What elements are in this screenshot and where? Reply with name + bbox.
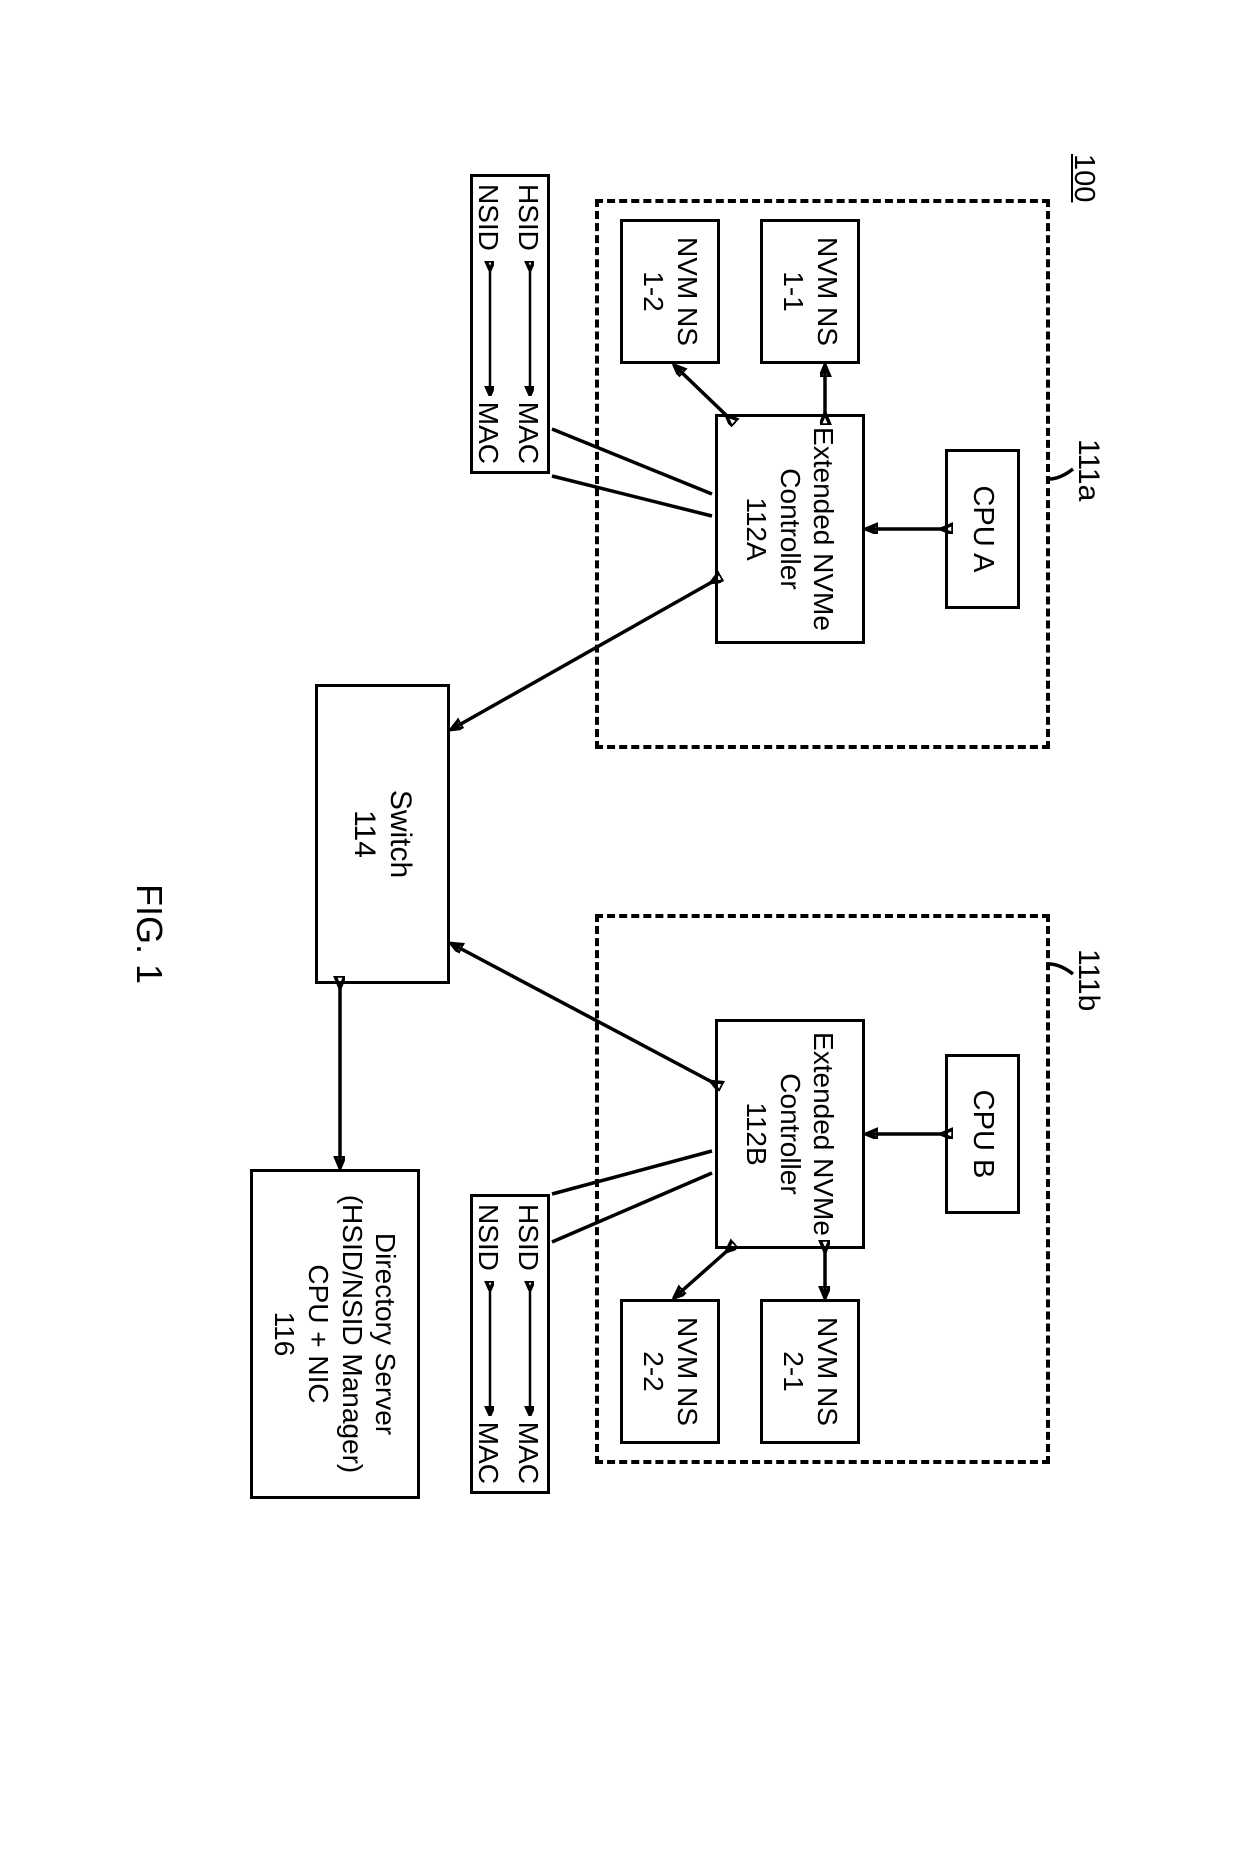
nvm-ns-2-1-label: NVM NS 2-1 xyxy=(763,1302,857,1441)
nvm-ns-1-1-label: NVM NS 1-1 xyxy=(763,222,857,361)
map-b-mac2: MAC xyxy=(472,1421,504,1483)
mapping-b-row-nsid: NSID MAC xyxy=(470,1194,510,1494)
nvm-ns-1-2: NVM NS 1-2 xyxy=(620,219,720,364)
nvm-ns-1-2-label: NVM NS 1-2 xyxy=(623,222,717,361)
map-a-nsid: NSID xyxy=(472,184,504,251)
controller-b-label: Extended NVMe Controller 112B xyxy=(718,1022,862,1246)
controller-a: Extended NVMe Controller 112A xyxy=(715,414,865,644)
nvm-ns-2-2: NVM NS 2-2 xyxy=(620,1299,720,1444)
controller-b: Extended NVMe Controller 112B xyxy=(715,1019,865,1249)
mapping-a-row-nsid: NSID MAC xyxy=(470,174,510,474)
map-b-nsid: NSID xyxy=(472,1204,504,1271)
cpu-b-label: CPU B xyxy=(948,1057,1017,1211)
switch: Switch 114 xyxy=(315,684,450,984)
mapping-a-row-hsid: HSID MAC xyxy=(510,174,550,474)
host-a-lead-label: 111a xyxy=(1071,439,1105,501)
figure-caption: FIG. 1 xyxy=(129,84,170,1784)
cpu-a-label: CPU A xyxy=(948,452,1017,606)
map-a-mac2: MAC xyxy=(472,401,504,463)
controller-a-label: Extended NVMe Controller 112A xyxy=(718,417,862,641)
map-b-mac1: MAC xyxy=(512,1421,544,1483)
nvm-ns-2-1: NVM NS 2-1 xyxy=(760,1299,860,1444)
mapping-b-row-hsid: HSID MAC xyxy=(510,1194,550,1494)
nvm-ns-2-2-label: NVM NS 2-2 xyxy=(623,1302,717,1441)
map-a-mac1: MAC xyxy=(512,401,544,463)
directory-server: Directory Server (HSID/NSID Manager) CPU… xyxy=(250,1169,420,1499)
figure-reference: 100 xyxy=(1067,154,1100,202)
host-b-lead-label: 111b xyxy=(1071,949,1105,1011)
map-b-hsid: HSID xyxy=(512,1204,544,1271)
cpu-a: CPU A xyxy=(945,449,1020,609)
map-a-hsid: HSID xyxy=(512,184,544,251)
cpu-b: CPU B xyxy=(945,1054,1020,1214)
switch-label: Switch 114 xyxy=(318,687,447,981)
nvm-ns-1-1: NVM NS 1-1 xyxy=(760,219,860,364)
directory-server-label: Directory Server (HSID/NSID Manager) CPU… xyxy=(253,1172,417,1496)
